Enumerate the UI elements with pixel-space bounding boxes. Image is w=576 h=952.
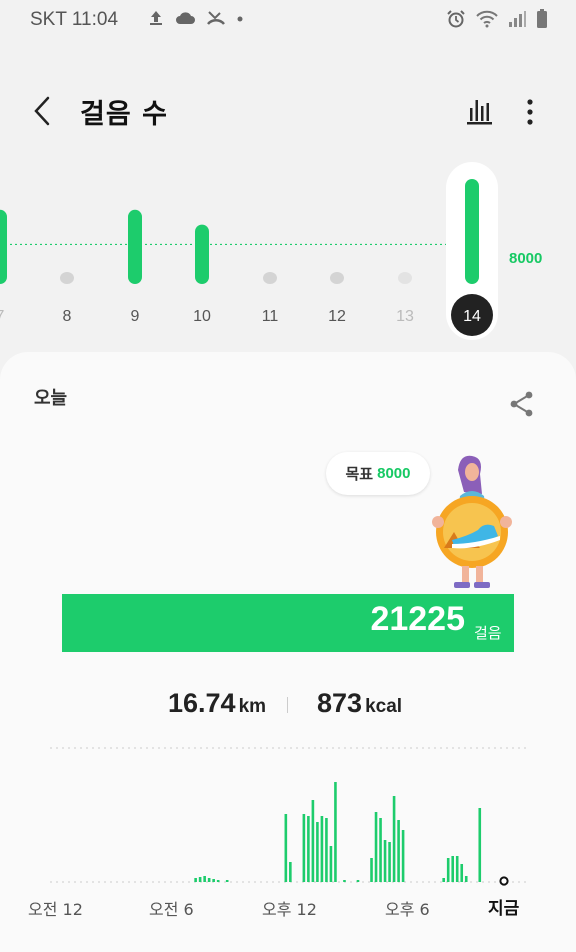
hourly-bar [198,877,202,882]
day-label[interactable]: 9 [131,308,140,325]
steps-value: 21225 [370,600,465,638]
hourly-bar [329,846,333,882]
hourly-bar [460,864,464,882]
battery-icon [537,9,547,28]
status-notification-icons [148,9,244,27]
day-label[interactable]: 13 [396,308,414,325]
hourly-bar [216,880,220,882]
page-title: 걸음 수 [80,99,168,130]
alarm-icon [447,10,465,28]
hourly-bar [320,816,324,882]
daily-bar[interactable] [60,272,74,284]
upload-icon [150,11,162,25]
x-label-pm6: 오후 6 [385,900,430,919]
day-label[interactable]: 14 [463,308,481,325]
wifi-icon [476,10,498,28]
hourly-bar [478,808,482,882]
status-system-icons [446,9,548,29]
steps-unit: 걸음 [474,624,502,642]
hourly-bar [370,858,373,882]
distance-metric: 16.74 km [168,688,266,719]
goal-value: 8000 [377,465,411,482]
hourly-bar [397,820,400,882]
day-label[interactable]: 7 [0,308,5,325]
distance-unit: km [238,696,267,717]
day-label[interactable]: 8 [63,308,72,325]
goal-key: 목표 [345,465,374,483]
share-icon[interactable] [508,390,536,418]
daily-bar[interactable] [465,179,479,284]
daily-bar[interactable] [0,209,7,284]
hourly-bar [356,880,360,882]
goal-line-label: 8000 [509,250,543,267]
metric-divider [287,697,288,713]
hourly-bar [442,878,445,882]
day-label[interactable]: 10 [193,308,211,325]
hourly-bar [446,858,450,882]
hourly-bar [334,782,337,882]
dot-icon [237,16,243,22]
calories-value: 873 [317,688,363,718]
daily-bar[interactable] [195,224,209,284]
today-label: 오늘 [34,388,68,409]
hourly-bar [212,879,215,882]
day-label[interactable]: 11 [262,308,279,325]
hourly-bar [464,876,468,882]
x-label-am12: 오전 12 [28,900,83,919]
daily-bar[interactable] [263,272,277,284]
hourly-bar [383,840,387,882]
cloud-icon [176,12,195,24]
hourly-bar [307,816,310,882]
hourly-bar [194,878,197,882]
hourly-bar [392,796,396,882]
hourly-bar [401,830,405,882]
hourly-bar [302,814,306,882]
more-vert-icon[interactable] [520,97,540,127]
x-label-now: 지금 [488,899,520,919]
missed-call-icon [207,11,225,25]
calories-metric: 873 kcal [317,688,402,719]
hourly-bar [284,814,288,882]
hourly-bar [203,876,206,882]
hourly-bar [451,856,455,882]
hourly-bar [289,862,292,882]
hourly-bar [388,842,391,882]
hourly-bar [207,878,211,882]
daily-bar[interactable] [330,272,344,284]
daily-bar[interactable] [128,209,142,284]
daily-bar[interactable] [398,272,412,284]
distance-value: 16.74 [168,688,236,718]
hourly-bar [343,880,346,882]
signal-icon [509,11,526,27]
hourly-bar [316,822,319,882]
hourly-bar [311,800,315,882]
hourly-steps-chart [50,747,526,886]
x-label-pm12: 오후 12 [262,900,317,919]
hourly-bar [379,818,382,882]
hourly-bar [325,818,328,882]
hourly-bar [455,856,459,882]
hourly-bar [374,812,378,882]
bar-chart-icon[interactable] [466,97,494,125]
walker-illustration [432,455,512,588]
daily-steps-chart: 7 8 9 10 11 12 13 14 [0,162,500,340]
hourly-bar [225,880,229,882]
x-label-am6: 오전 6 [149,900,194,919]
goal-bubble: 목표 8000 [326,452,430,495]
now-marker [499,876,509,886]
chevron-left-icon[interactable] [30,94,56,128]
day-label[interactable]: 12 [328,308,346,325]
calories-unit: kcal [365,696,403,717]
status-time: SKT 11:04 [30,9,119,30]
